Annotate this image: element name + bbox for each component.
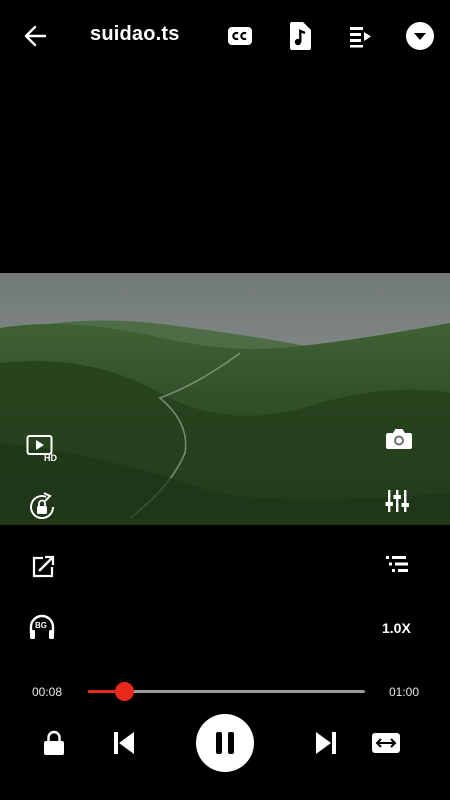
dropdown-menu-icon[interactable] — [404, 20, 436, 52]
closed-captions-icon[interactable] — [226, 24, 254, 48]
pause-button[interactable] — [196, 714, 254, 772]
video-title: suidao.ts — [90, 23, 180, 45]
current-time: 00:08 — [32, 685, 63, 699]
chapters-list-icon[interactable] — [384, 553, 410, 575]
seek-bar-thumb[interactable] — [115, 682, 135, 701]
svg-text:HD: HD — [44, 453, 57, 462]
playback-speed-button[interactable]: 1.0X — [382, 620, 411, 636]
playlist-icon[interactable] — [346, 22, 374, 50]
background-play-headphones-icon[interactable]: BG — [28, 613, 56, 641]
equalizer-icon[interactable] — [384, 488, 410, 514]
previous-icon[interactable] — [110, 729, 138, 757]
bg-badge: BG — [35, 621, 47, 630]
pause-icon — [216, 732, 234, 754]
screenshot-camera-icon[interactable] — [384, 426, 414, 452]
screen-lock-icon[interactable] — [41, 729, 67, 757]
popup-window-icon[interactable] — [30, 554, 56, 580]
hd-resolution-icon[interactable]: HD — [26, 434, 58, 462]
next-icon[interactable] — [312, 729, 340, 757]
rotation-lock-icon[interactable] — [26, 491, 58, 523]
audio-track-icon[interactable] — [287, 20, 313, 52]
aspect-ratio-icon[interactable] — [371, 731, 401, 755]
video-frame[interactable] — [0, 273, 450, 525]
total-duration: 01:00 — [389, 685, 420, 699]
back-arrow-icon[interactable] — [20, 22, 50, 50]
